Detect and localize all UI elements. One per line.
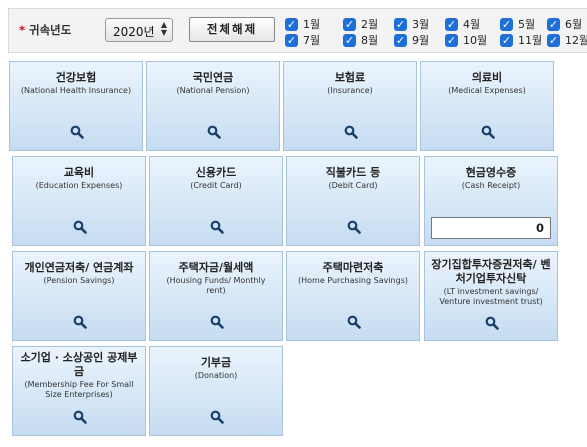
card-subtitle: (Education Expenses) xyxy=(35,181,123,190)
month-label: 8월 xyxy=(361,34,379,47)
card-donation[interactable]: 기부금 (Donation) xyxy=(149,346,283,436)
search-icon[interactable] xyxy=(210,410,224,424)
year-select[interactable]: 2020년 ▲ ▼ xyxy=(105,18,173,42)
card-national-pension[interactable]: 국민연금 (National Pension) xyxy=(146,61,280,151)
card-title: 직불카드 등 xyxy=(325,166,381,179)
checkbox-checked-icon: ✓ xyxy=(343,34,356,47)
card-title: 기부금 xyxy=(200,356,232,369)
checkbox-checked-icon: ✓ xyxy=(394,18,407,31)
card-cash-receipt[interactable]: 현금영수증 (Cash Receipt) 0 xyxy=(424,156,558,246)
month-label: 10월 xyxy=(463,34,488,47)
card-debit-card[interactable]: 직불카드 등 (Debit Card) xyxy=(286,156,420,246)
checkbox-checked-icon: ✓ xyxy=(285,34,298,47)
checkbox-checked-icon: ✓ xyxy=(445,18,458,31)
card-title: 주택자금/월세액 xyxy=(178,261,254,274)
card-title: 국민연금 xyxy=(192,71,234,84)
card-subtitle: (National Pension) xyxy=(176,86,250,95)
card-housing-funds[interactable]: 주택자금/월세액 (Housing Funds/ Monthly rent) xyxy=(149,251,283,341)
card-lt-investment-savings[interactable]: 장기집합투자증권저축/ 벤처기업투자신탁 (LT investment savi… xyxy=(424,251,558,341)
card-title: 현금영수증 xyxy=(465,166,517,179)
card-subtitle: (Cash Receipt) xyxy=(461,181,521,190)
card-title: 교육비 xyxy=(63,166,95,179)
month-label: 2월 xyxy=(361,18,379,31)
cash-receipt-amount-input[interactable]: 0 xyxy=(431,217,551,239)
search-icon[interactable] xyxy=(73,220,87,234)
card-credit-card[interactable]: 신용카드 (Credit Card) xyxy=(149,156,283,246)
card-subtitle: (Housing Funds/ Monthly rent) xyxy=(166,276,266,295)
month-label: 6월 xyxy=(565,18,583,31)
clear-all-button[interactable]: 전체해제 xyxy=(189,17,275,42)
checkbox-checked-icon: ✓ xyxy=(394,34,407,47)
month-label: 12월 xyxy=(565,34,587,47)
card-title: 주택마련저축 xyxy=(322,261,384,274)
search-icon[interactable] xyxy=(73,315,87,329)
search-icon[interactable] xyxy=(347,220,361,234)
checkbox-checked-icon: ✓ xyxy=(500,18,513,31)
search-icon[interactable] xyxy=(207,125,221,139)
card-subtitle: (Pension Savings) xyxy=(43,276,115,285)
checkbox-checked-icon: ✓ xyxy=(445,34,458,47)
month-label: 4월 xyxy=(463,18,481,31)
card-subtitle: (Home Purchasing Savings) xyxy=(298,276,408,285)
search-icon[interactable] xyxy=(481,125,495,139)
year-label-text: 귀속년도 xyxy=(29,23,72,37)
search-icon[interactable] xyxy=(485,316,499,330)
card-title: 개인연금저축/ 연금계좌 xyxy=(24,261,134,274)
card-title: 신용카드 xyxy=(195,166,237,179)
month-label: 7월 xyxy=(303,34,321,47)
search-icon[interactable] xyxy=(347,315,361,329)
card-home-purchasing-savings[interactable]: 주택마련저축 (Home Purchasing Savings) xyxy=(286,251,420,341)
month-label: 9월 xyxy=(412,34,430,47)
card-subtitle: (Medical Expenses) xyxy=(448,86,526,95)
year-label: * 귀속년도 xyxy=(19,22,71,38)
card-subtitle: (Membership Fee For Small Size Enterpris… xyxy=(24,380,134,399)
card-subtitle: (National Health Insurance) xyxy=(20,86,132,95)
card-medical-expenses[interactable]: 의료비 (Medical Expenses) xyxy=(420,61,554,151)
month-label: 11월 xyxy=(518,34,543,47)
card-small-enterprise-fee[interactable]: 소기업 · 소상공인 공제부금 (Membership Fee For Smal… xyxy=(12,346,146,436)
search-icon[interactable] xyxy=(73,410,87,424)
card-insurance[interactable]: 보험료 (Insurance) xyxy=(283,61,417,151)
card-subtitle: (Debit Card) xyxy=(328,181,378,190)
select-arrows-icon: ▲ ▼ xyxy=(160,20,167,37)
card-title: 소기업 · 소상공인 공제부금 xyxy=(20,351,138,378)
card-title: 장기집합투자증권저축/ 벤처기업투자신탁 xyxy=(431,258,551,285)
search-icon[interactable] xyxy=(210,315,224,329)
month-label: 3월 xyxy=(412,18,430,31)
month-label: 1월 xyxy=(303,18,321,31)
card-subtitle: (Insurance) xyxy=(327,86,373,95)
search-icon[interactable] xyxy=(344,125,358,139)
checkbox-checked-icon: ✓ xyxy=(547,18,560,31)
card-title: 의료비 xyxy=(471,71,503,84)
card-subtitle: (LT investment savings/ Venture investme… xyxy=(439,287,543,306)
search-icon[interactable] xyxy=(210,220,224,234)
search-icon[interactable] xyxy=(70,125,84,139)
year-select-value: 2020년 xyxy=(113,25,155,39)
card-subtitle: (Donation) xyxy=(194,371,238,380)
card-subtitle: (Credit Card) xyxy=(190,181,242,190)
card-education-expenses[interactable]: 교육비 (Education Expenses) xyxy=(12,156,146,246)
card-title: 건강보험 xyxy=(55,71,97,84)
month-label: 5월 xyxy=(518,18,536,31)
card-title: 보험료 xyxy=(334,71,366,84)
card-health-insurance[interactable]: 건강보험 (National Health Insurance) xyxy=(9,61,143,151)
checkbox-checked-icon: ✓ xyxy=(500,34,513,47)
filter-bar: * 귀속년도 2020년 ▲ ▼ 전체해제 ✓ 1월 ✓ 2월 ✓ 3월 ✓ 4월 ✓ 5월 … xyxy=(8,8,587,53)
checkbox-checked-icon: ✓ xyxy=(547,34,560,47)
required-mark: * xyxy=(19,23,26,37)
card-pension-savings[interactable]: 개인연금저축/ 연금계좌 (Pension Savings) xyxy=(12,251,146,341)
checkbox-checked-icon: ✓ xyxy=(285,18,298,31)
checkbox-checked-icon: ✓ xyxy=(343,18,356,31)
